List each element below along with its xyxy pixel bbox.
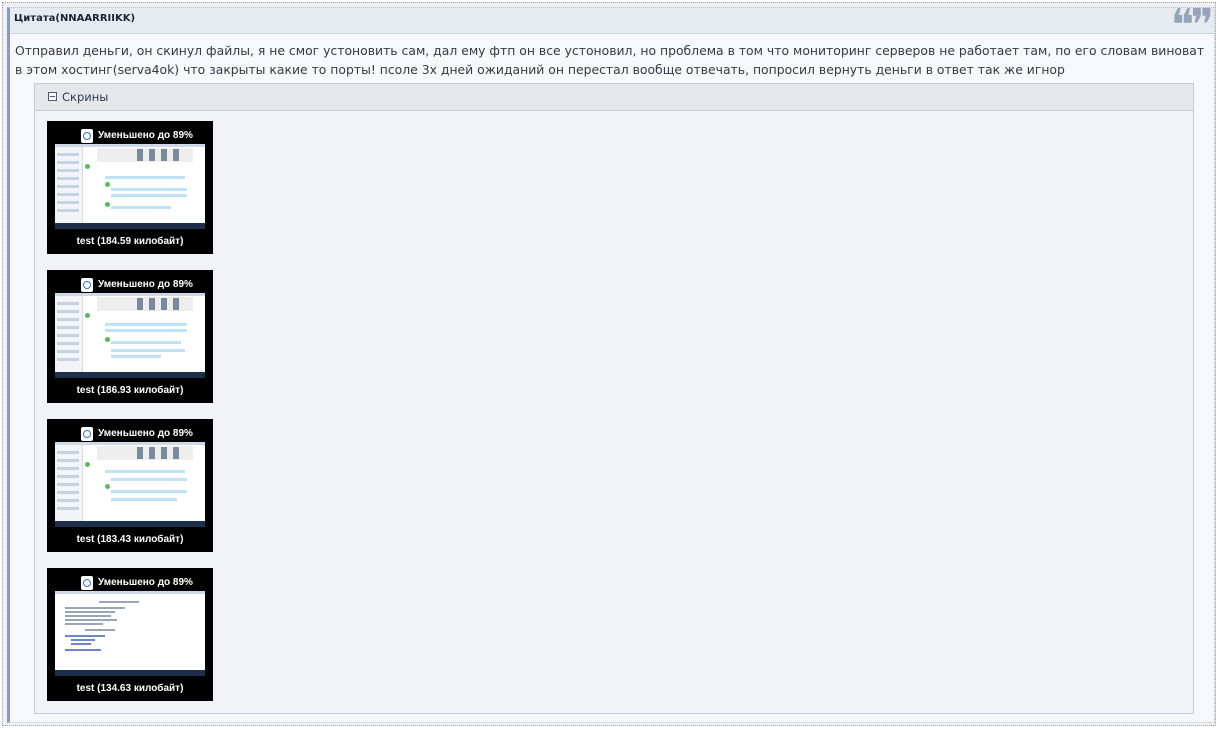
reduced-label: Уменьшено до 89%	[98, 279, 193, 290]
spoiler-title[interactable]: Скрины	[62, 90, 108, 104]
zoom-icon	[81, 427, 93, 441]
screenshot-preview	[55, 442, 205, 527]
reduced-label: Уменьшено до 89%	[98, 428, 193, 439]
thumbnail-caption: test (184.59 килобайт)	[76, 236, 184, 247]
collapse-minus-icon[interactable]	[48, 92, 57, 101]
reduced-banner: Уменьшено до 89%	[47, 127, 213, 145]
quote-block: Цитата(NNAARRIIKK) ❝❞ Отправил деньги, о…	[7, 4, 1215, 723]
thumbnail-caption: test (186.93 килобайт)	[76, 385, 184, 396]
screenshot-thumbnail-4[interactable]: Уменьшено до 89% test (134.63 килобайт)	[47, 568, 213, 701]
spoiler-header[interactable]: Скрины	[35, 84, 1193, 111]
screenshot-thumbnail-1[interactable]: Уменьшено до 89% test (184.59 килобайт)	[47, 121, 213, 254]
spoiler-block: Скрины Уменьшено до 89% test (184.59 кил…	[34, 83, 1194, 714]
reduced-banner: Уменьшено до 89%	[47, 425, 213, 443]
reduced-label: Уменьшено до 89%	[98, 130, 193, 141]
zoom-icon	[81, 576, 93, 590]
screenshot-thumbnail-3[interactable]: Уменьшено до 89% test (183.43 килобайт)	[47, 419, 213, 552]
thumbnail-caption: test (183.43 килобайт)	[76, 534, 184, 545]
quote-title: Цитата(NNAARRIIKK)	[14, 13, 136, 24]
reduced-label: Уменьшено до 89%	[98, 577, 193, 588]
thumbnail-caption: test (134.63 килобайт)	[76, 683, 184, 694]
zoom-icon	[81, 129, 93, 143]
zoom-icon	[81, 278, 93, 292]
reduced-banner: Уменьшено до 89%	[47, 276, 213, 294]
screenshot-preview	[55, 591, 205, 676]
screenshot-thumbnail-2[interactable]: Уменьшено до 89% test (186.93 килобайт)	[47, 270, 213, 403]
quote-text: Отправил деньги, он скинул файлы, я не с…	[15, 43, 1205, 77]
reduced-banner: Уменьшено до 89%	[47, 574, 213, 592]
screenshot-preview	[55, 144, 205, 229]
quote-header: Цитата(NNAARRIIKK) ❝❞	[10, 4, 1214, 48]
post-container: Цитата(NNAARRIIKK) ❝❞ Отправил деньги, о…	[2, 2, 1216, 726]
screenshot-preview	[55, 293, 205, 378]
